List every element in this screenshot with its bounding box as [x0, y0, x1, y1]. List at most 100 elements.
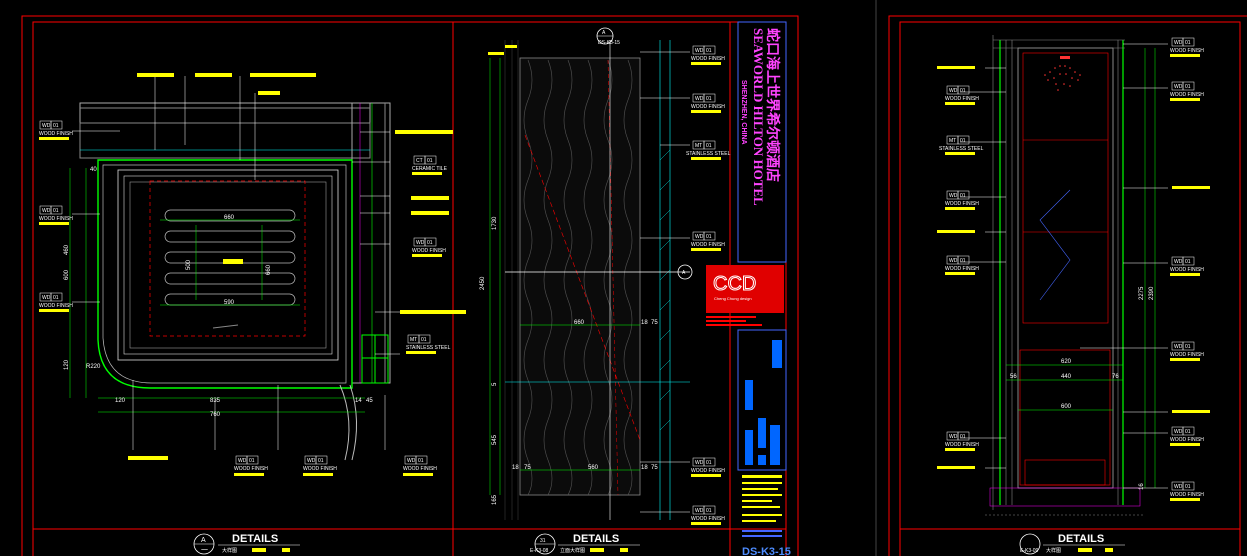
detail-elevation: 1730 2450 5 545 165 660 18 75 18 75 560 …: [480, 27, 731, 525]
svg-text:MT: MT: [410, 337, 417, 343]
svg-text:WD: WD: [42, 295, 51, 301]
svg-text:WOOD FINISH: WOOD FINISH: [945, 96, 979, 102]
svg-text:WOOD FINISH: WOOD FINISH: [1170, 352, 1204, 358]
material-tag: WD 01 WOOD FINISH: [691, 93, 725, 113]
svg-text:WD: WD: [695, 96, 704, 102]
svg-text:STAINLESS STEEL: STAINLESS STEEL: [939, 146, 984, 152]
svg-text:MT: MT: [949, 138, 956, 144]
svg-text:WD: WD: [695, 234, 704, 240]
svg-text:01: 01: [427, 158, 433, 164]
svg-text:WOOD FINISH: WOOD FINISH: [403, 466, 437, 472]
svg-text:WD: WD: [1174, 484, 1183, 490]
svg-text:WD: WD: [407, 458, 416, 464]
svg-text:WD: WD: [949, 434, 958, 440]
svg-text:01: 01: [1185, 484, 1191, 490]
material-tag: WD 01 WOOD FINISH: [1170, 481, 1204, 501]
svg-text:WD: WD: [949, 258, 958, 264]
material-tag: WD 01 WOOD FINISH: [1170, 37, 1204, 57]
svg-text:01: 01: [706, 508, 712, 514]
dim-text: R220: [86, 364, 101, 370]
svg-text:01: 01: [706, 143, 712, 149]
svg-text:DETAILS: DETAILS: [232, 533, 278, 545]
svg-text:一: 一: [201, 547, 208, 554]
dim-text: 16: [1139, 483, 1145, 490]
material-tag: WD 01 WOOD FINISH: [412, 237, 446, 257]
dim-text: 500: [186, 259, 192, 270]
sheet-number: DS-K3-15: [742, 546, 791, 556]
svg-text:01: 01: [1185, 429, 1191, 435]
dim-text: 2450: [480, 276, 486, 290]
material-tag: WD 01 WOOD FINISH: [691, 457, 725, 477]
svg-text:E-K3-09: E-K3-09: [1020, 548, 1039, 554]
material-tag: CT 01 CERAMIC TILE: [412, 155, 448, 175]
svg-text:大样图: 大样图: [1046, 547, 1061, 554]
dim-text: 660: [574, 320, 585, 326]
svg-text:CERAMIC TILE: CERAMIC TILE: [412, 166, 448, 172]
svg-text:WOOD FINISH: WOOD FINISH: [1170, 92, 1204, 98]
dim-text: 1730: [492, 216, 498, 230]
svg-text:01: 01: [249, 458, 255, 464]
material-tag: MT 01 STAINLESS STEEL: [939, 135, 984, 155]
material-tag: WD 01 WOOD FINISH: [403, 455, 437, 476]
svg-text:01: 01: [1185, 259, 1191, 265]
dim-text: 545: [492, 434, 498, 445]
svg-text:WD: WD: [1174, 40, 1183, 46]
svg-text:WOOD FINISH: WOOD FINISH: [1170, 267, 1204, 273]
dim-text: 5: [492, 382, 498, 386]
material-tag: WD 01 WOOD FINISH: [1170, 256, 1204, 276]
material-tag: WD 01 WOOD FINISH: [234, 455, 268, 476]
svg-text:WOOD FINISH: WOOD FINISH: [691, 56, 725, 62]
dim-text: 18: [512, 465, 519, 471]
hotel-location: SHENZHEN, CHINA: [740, 80, 747, 145]
svg-text:STAINLESS STEEL: STAINLESS STEEL: [686, 151, 731, 157]
hotel-name-en: SEAWORLD HILTON HOTEL: [751, 28, 766, 206]
svg-text:MT: MT: [695, 143, 702, 149]
svg-text:01: 01: [960, 434, 966, 440]
dim-text: 560: [588, 465, 599, 471]
svg-text:WOOD FINISH: WOOD FINISH: [1170, 492, 1204, 498]
dim-text: 75: [651, 320, 658, 326]
material-tag: WD 01 WOOD FINISH: [1170, 426, 1204, 446]
svg-text:WD: WD: [1174, 344, 1183, 350]
dim-text: 14: [355, 398, 362, 404]
dim-text: 440: [1061, 374, 1072, 380]
svg-text:WD: WD: [695, 48, 704, 54]
dim-text: 590: [224, 300, 235, 306]
svg-text:DETAILS: DETAILS: [1058, 533, 1104, 545]
dim-text: 620: [1061, 359, 1072, 365]
svg-text:WOOD FINISH: WOOD FINISH: [945, 266, 979, 272]
dim-text: 120: [64, 359, 70, 370]
svg-text:STAINLESS STEEL: STAINLESS STEEL: [406, 345, 451, 351]
dim-text: 45: [366, 398, 373, 404]
svg-text:01: 01: [1185, 84, 1191, 90]
dim-text: 75: [651, 465, 658, 471]
svg-text:WOOD FINISH: WOOD FINISH: [691, 516, 725, 522]
svg-text:WD: WD: [949, 193, 958, 199]
dim-text: 835: [210, 398, 221, 404]
shower-spray-icon: [1044, 56, 1081, 91]
svg-text:01: 01: [421, 337, 427, 343]
material-tag: WD 01 WOOD FINISH: [691, 45, 725, 65]
svg-text:CT: CT: [416, 158, 423, 164]
svg-text:WOOD FINISH: WOOD FINISH: [691, 104, 725, 110]
material-tag: WD 01 WOOD FINISH: [945, 190, 979, 210]
svg-text:WOOD FINISH: WOOD FINISH: [39, 303, 73, 309]
svg-text:DETAILS: DETAILS: [573, 533, 619, 545]
svg-text:01: 01: [960, 88, 966, 94]
material-tag: MT 01 STAINLESS STEEL: [406, 334, 451, 354]
material-tag: MT 01 STAINLESS STEEL: [686, 140, 731, 160]
dim-text: 18: [641, 320, 648, 326]
svg-text:WOOD FINISH: WOOD FINISH: [1170, 437, 1204, 443]
material-tag: WD 01 WOOD FINISH: [945, 431, 979, 451]
material-tag: WD 01 WOOD FINISH: [691, 231, 725, 251]
dim-text: 165: [492, 494, 498, 505]
svg-text:01: 01: [706, 48, 712, 54]
svg-text:A: A: [602, 30, 606, 36]
material-tag: WD 01 WOOD FINISH: [691, 505, 725, 525]
svg-text:01: 01: [53, 295, 59, 301]
svg-text:WD: WD: [1174, 429, 1183, 435]
svg-text:E-K3-08: E-K3-08: [530, 548, 549, 554]
svg-text:01: 01: [1185, 40, 1191, 46]
detail-plan: 40 660 590 500 660 460 600 120 R220 120 …: [39, 73, 466, 476]
svg-text:01: 01: [418, 458, 424, 464]
